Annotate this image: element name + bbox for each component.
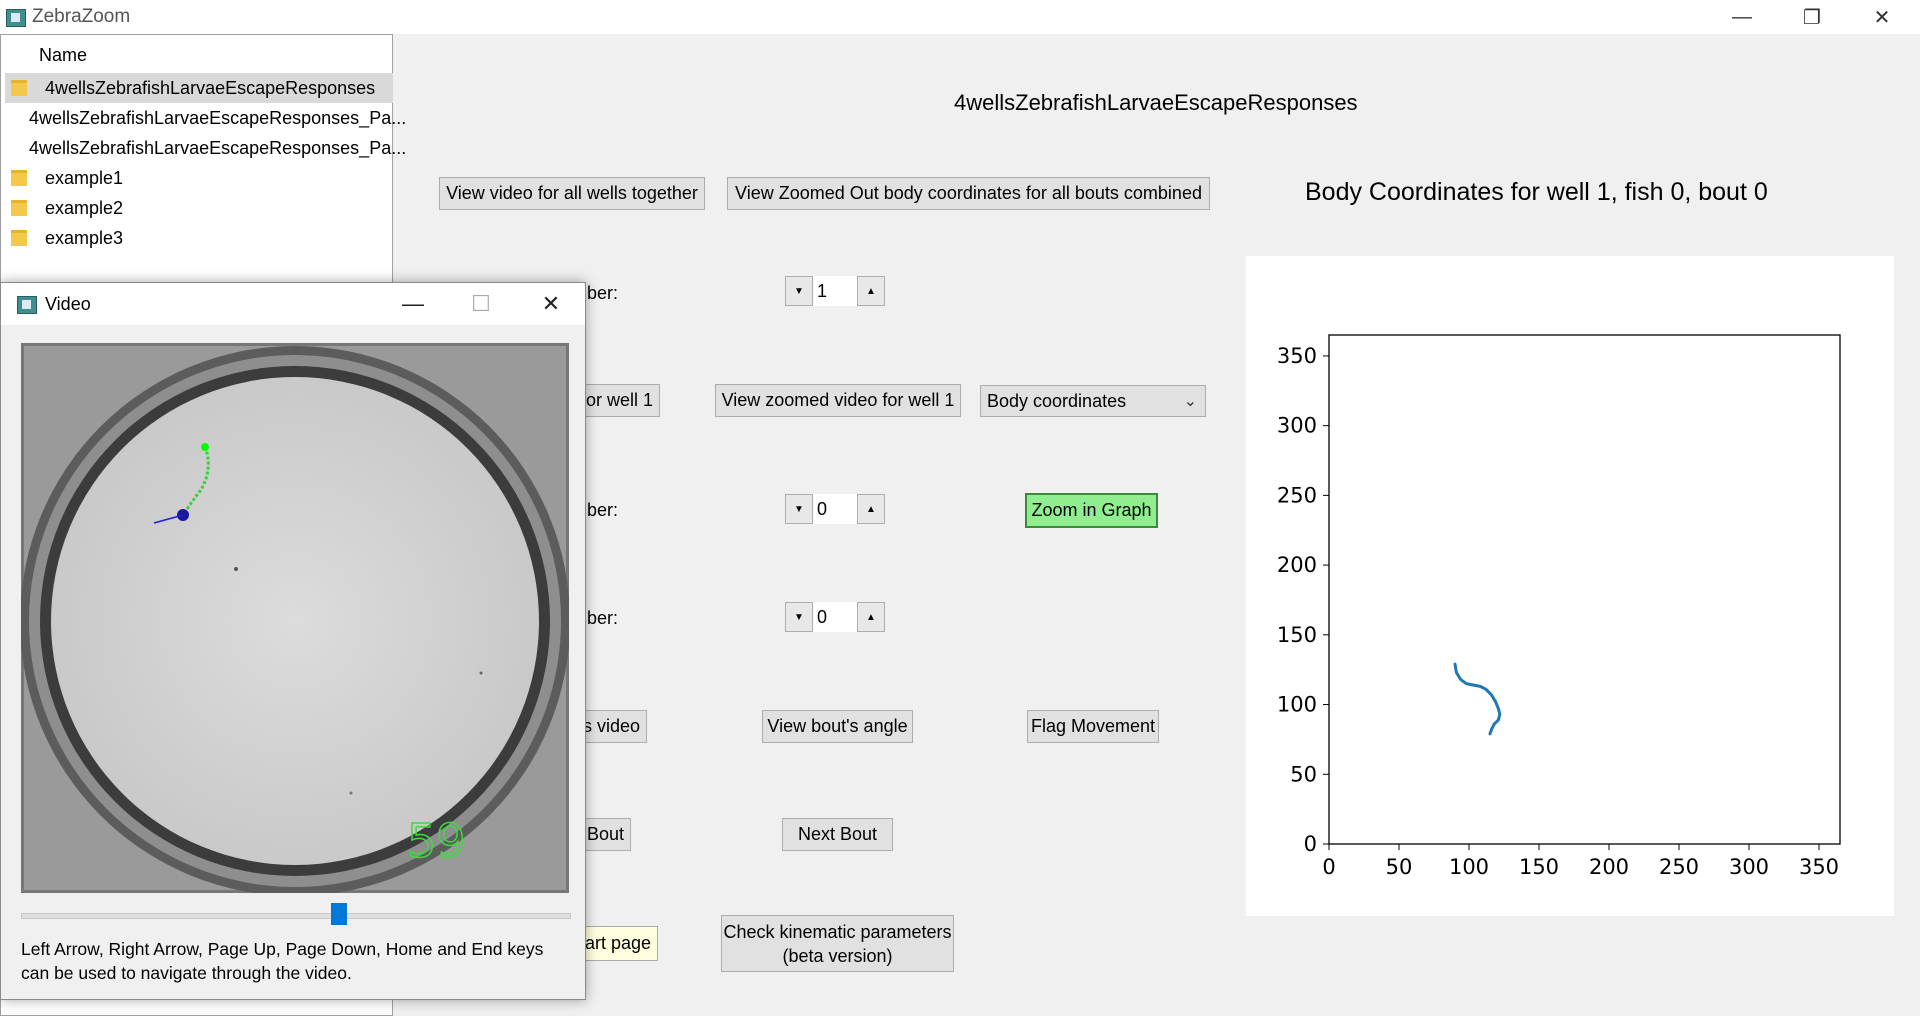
list-item-label: 4wellsZebrafishLarvaeEscapeResponses (45, 77, 376, 98)
name-column-header[interactable]: Name (39, 45, 87, 66)
list-item[interactable]: example2 (5, 193, 393, 223)
video-help-text: Left Arrow, Right Arrow, Page Up, Page D… (21, 937, 571, 985)
list-item[interactable]: 4wellsZebrafishLarvaeEscapeResponses_Pa.… (5, 103, 406, 133)
minimize-icon[interactable]: — (1712, 0, 1772, 34)
x-tick-label: 300 (1729, 855, 1769, 879)
flag-movement-button[interactable]: Flag Movement (1027, 710, 1159, 743)
bout-number-spinner[interactable]: ▼ 0 ▲ (785, 602, 885, 632)
video-window-title: Video (45, 294, 91, 314)
close-icon[interactable]: ✕ (1852, 0, 1912, 34)
restore-icon[interactable]: ❐ (1782, 0, 1842, 34)
x-tick-label: 0 (1322, 855, 1335, 879)
chevron-down-icon: ⌄ (1183, 393, 1197, 410)
view-zoomed-video-button[interactable]: View zoomed video for well 1 (715, 384, 961, 417)
well-number-spinner[interactable]: ▼ 1 ▲ (785, 276, 885, 306)
page-title: 4wellsZebrafishLarvaeEscapeResponses (954, 90, 1358, 115)
spin-down-icon[interactable]: ▼ (785, 602, 813, 632)
check-kinematic-sublabel: (beta version) (782, 945, 893, 966)
x-tick-label: 150 (1519, 855, 1559, 879)
list-item[interactable]: 4wellsZebrafishLarvaeEscapeResponses_Pa.… (5, 133, 406, 163)
video-window[interactable]: Video — ☐ ✕ 59 Left Arrow, Right Arrow, … (0, 282, 586, 1000)
graph-type-dropdown[interactable]: Body coordinates ⌄ (980, 385, 1206, 417)
video-slider-handle[interactable] (330, 903, 347, 925)
fish-number-field[interactable]: 0 (813, 494, 857, 524)
spin-up-icon[interactable]: ▲ (857, 602, 885, 632)
y-tick-label: 0 (1304, 832, 1317, 856)
list-item-label: example1 (45, 167, 124, 188)
view-zoomed-out-button[interactable]: View Zoomed Out body coordinates for all… (727, 177, 1210, 210)
x-tick-label: 100 (1449, 855, 1489, 879)
graph-type-value: Body coordinates (987, 390, 1127, 411)
x-tick-label: 50 (1386, 855, 1413, 879)
list-item[interactable]: example3 (5, 223, 393, 253)
spin-up-icon[interactable]: ▲ (857, 276, 885, 306)
check-kinematic-label: Check kinematic parameters (723, 921, 952, 942)
video-window-icon (17, 296, 37, 314)
y-tick-label: 50 (1290, 762, 1317, 786)
well-number-field[interactable]: 1 (813, 276, 857, 306)
spin-down-icon[interactable]: ▼ (785, 494, 813, 524)
y-tick-label: 250 (1277, 483, 1317, 507)
folder-icon (11, 80, 27, 96)
view-all-wells-button[interactable]: View video for all wells together (439, 177, 705, 210)
spin-down-icon[interactable]: ▼ (785, 276, 813, 306)
frame-number-overlay: 59 (407, 814, 466, 868)
list-item[interactable]: example1 (5, 163, 393, 193)
main-titlebar: ZebraZoom — ❐ ✕ (0, 0, 1920, 34)
y-tick-label: 200 (1277, 553, 1317, 577)
fish-number-spinner[interactable]: ▼ 0 ▲ (785, 494, 885, 524)
list-item-label: 4wellsZebrafishLarvaeEscapeResponses_Pa.… (29, 107, 407, 128)
x-tick-label: 250 (1659, 855, 1699, 879)
body-coordinates-chart: 0 50 100 150 200 250 300 350 0 50 100 150 200 250 300 3… (1277, 334, 1841, 879)
list-item-label: example2 (45, 197, 124, 218)
video-slider-track[interactable] (21, 913, 571, 919)
maximize-icon[interactable]: ☐ (456, 287, 506, 321)
plot-title: Body Coordinates for well 1, fish 0, bou… (1305, 178, 1768, 206)
video-help-line-1: Left Arrow, Right Arrow, Page Up, Page D… (21, 939, 544, 959)
zoom-in-graph-button[interactable]: Zoom in Graph (1025, 493, 1158, 528)
video-frame[interactable]: 59 (18, 340, 572, 896)
list-item[interactable]: 4wellsZebrafishLarvaeEscapeResponses (5, 73, 393, 103)
body-coordinates-line (1453, 662, 1502, 736)
plot-canvas: 0 50 100 150 200 250 300 350 0 50 100 150 200 250 300 3… (1246, 256, 1894, 916)
y-tick-label: 300 (1277, 414, 1317, 438)
folder-icon (11, 200, 27, 216)
folder-icon (11, 170, 27, 186)
plot-frame (1328, 334, 1841, 845)
app-title: ZebraZoom (32, 6, 131, 27)
video-frame-image: 59 (18, 340, 572, 896)
video-help-line-2: can be used to navigate through the vide… (21, 963, 352, 983)
next-bout-button[interactable]: Next Bout (782, 818, 893, 851)
view-bout-angle-button[interactable]: View bout's angle (762, 710, 913, 743)
check-kinematic-button[interactable]: Check kinematic parameters (beta version… (721, 915, 954, 972)
close-icon[interactable]: ✕ (526, 287, 576, 321)
app-icon (6, 9, 26, 27)
y-tick-label: 350 (1277, 344, 1317, 368)
folder-icon (11, 230, 27, 246)
x-tick-label: 350 (1799, 855, 1839, 879)
video-titlebar: Video — ☐ ✕ (1, 283, 585, 325)
minimize-icon[interactable]: — (388, 287, 438, 321)
x-tick-label: 200 (1589, 855, 1629, 879)
bout-number-field[interactable]: 0 (813, 602, 857, 632)
spin-up-icon[interactable]: ▲ (857, 494, 885, 524)
list-item-label: example3 (45, 227, 124, 248)
list-item-label: 4wellsZebrafishLarvaeEscapeResponses_Pa.… (29, 137, 407, 158)
y-tick-label: 150 (1277, 623, 1317, 647)
y-tick-label: 100 (1277, 693, 1317, 717)
